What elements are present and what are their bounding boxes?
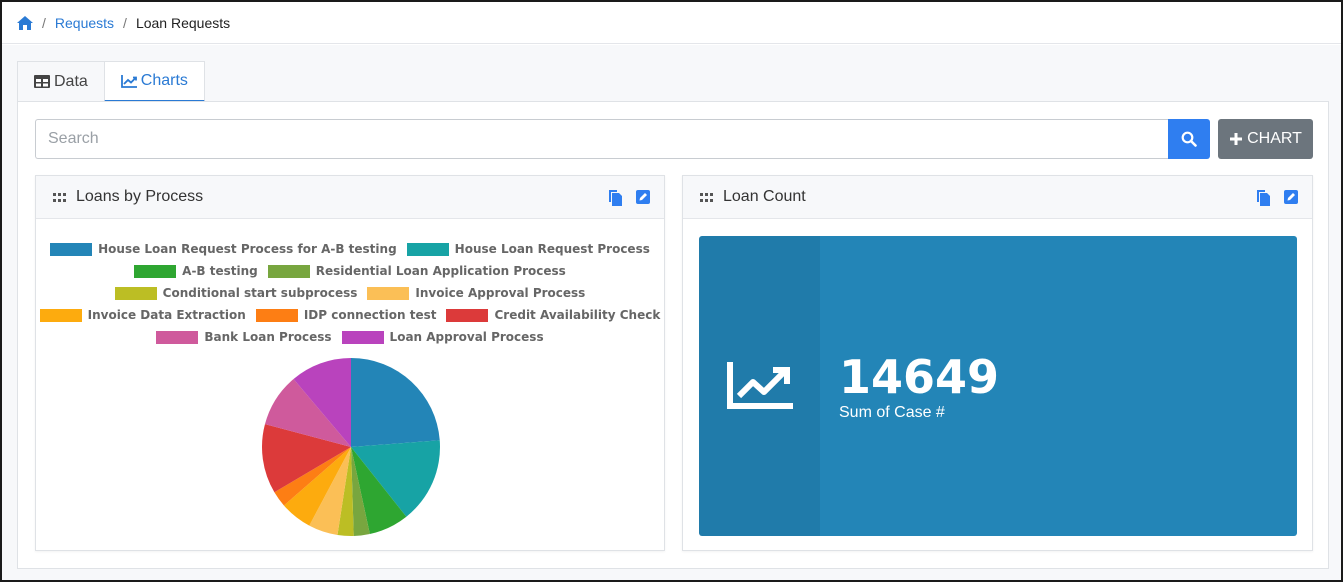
search-button[interactable] bbox=[1168, 119, 1210, 159]
edit-icon[interactable] bbox=[636, 190, 650, 204]
legend-label: Bank Loan Process bbox=[204, 330, 332, 344]
breadcrumb-link-requests[interactable]: Requests bbox=[55, 15, 114, 31]
legend-swatch bbox=[39, 308, 82, 322]
add-chart-label: CHART bbox=[1247, 130, 1302, 147]
tab-label: Data bbox=[54, 72, 88, 90]
breadcrumb-current: Loan Requests bbox=[135, 14, 231, 31]
edit-icon[interactable] bbox=[1284, 190, 1298, 204]
line-chart-icon bbox=[726, 362, 793, 409]
search-input[interactable] bbox=[35, 119, 1168, 159]
card-title: Loan Count bbox=[723, 188, 806, 205]
breadcrumb: / Requests / Loan Requests bbox=[2, 2, 1341, 44]
tab-data[interactable]: Data bbox=[17, 61, 105, 102]
pie-slice[interactable] bbox=[351, 358, 440, 447]
tab-charts[interactable]: Charts bbox=[103, 61, 205, 102]
chart-card-loan-count: Loan Count 14649 Sum of Case # bbox=[682, 175, 1313, 551]
copy-icon[interactable] bbox=[1257, 190, 1271, 206]
legend-item[interactable]: A-B testing bbox=[134, 264, 258, 278]
card-header: Loan Count bbox=[683, 176, 1312, 219]
legend-label: IDP connection test bbox=[303, 308, 437, 322]
legend-item[interactable]: Residential Loan Application Process bbox=[267, 264, 566, 278]
legend-row: A-B testing Residential Loan Application … bbox=[36, 260, 664, 282]
legend-item[interactable]: Credit Availability Check bbox=[446, 308, 660, 322]
table-icon bbox=[34, 75, 50, 88]
count-tile: 14649 Sum of Case # bbox=[699, 236, 1297, 536]
legend-label: Invoice Approval Process bbox=[415, 286, 586, 300]
card-title: Loans by Process bbox=[76, 188, 204, 205]
legend-label: Residential Loan Application Process bbox=[315, 264, 566, 278]
plus-icon bbox=[1230, 133, 1243, 145]
legend-label: House Loan Request Process for A-B testi… bbox=[98, 242, 397, 256]
tile-label: Sum of Case # bbox=[839, 404, 945, 421]
legend-swatch bbox=[50, 242, 93, 256]
legend-item[interactable]: Invoice Approval Process bbox=[367, 286, 585, 300]
breadcrumb-separator: / bbox=[42, 14, 46, 31]
grip-icon[interactable] bbox=[700, 192, 713, 202]
search-icon bbox=[1181, 131, 1197, 147]
legend-label: A-B testing bbox=[182, 264, 258, 278]
legend-swatch bbox=[406, 242, 449, 256]
legend-label: Loan Approval Process bbox=[389, 330, 544, 344]
tab-bar: Data Charts bbox=[17, 61, 205, 102]
pie-chart bbox=[262, 358, 440, 536]
charts-panel: CHART Loans by Process bbox=[17, 101, 1329, 569]
legend-item[interactable]: Conditional start subprocess bbox=[114, 286, 358, 300]
legend-label: Invoice Data Extraction bbox=[87, 308, 246, 322]
home-icon[interactable] bbox=[17, 15, 33, 30]
grip-icon[interactable] bbox=[53, 192, 66, 202]
legend-swatch bbox=[156, 330, 199, 344]
legend-item[interactable]: Loan Approval Process bbox=[341, 330, 544, 344]
legend-swatch bbox=[367, 286, 410, 300]
legend-row: Bank Loan Process Loan Approval Process bbox=[36, 326, 664, 348]
line-chart-icon bbox=[120, 74, 137, 88]
card-header: Loans by Process bbox=[36, 176, 664, 219]
legend-swatch bbox=[267, 264, 310, 278]
main-content: Data Charts CHART bbox=[2, 45, 1341, 580]
legend-label: House Loan Request Process bbox=[454, 242, 650, 256]
breadcrumb-separator: / bbox=[123, 14, 127, 31]
add-chart-button[interactable]: CHART bbox=[1218, 119, 1313, 159]
search-bar: CHART bbox=[35, 119, 1313, 159]
tile-icon-area bbox=[699, 236, 820, 536]
legend-row: Invoice Data Extraction IDP connection te… bbox=[36, 304, 664, 326]
legend-label: Credit Availability Check bbox=[494, 308, 661, 322]
tab-label: Charts bbox=[140, 72, 188, 89]
legend-swatch bbox=[446, 308, 489, 322]
copy-icon[interactable] bbox=[609, 190, 623, 206]
legend-row: Conditional start subprocess Invoice Appr… bbox=[36, 282, 664, 304]
chart-legend: House Loan Request Process for A-B testi… bbox=[36, 238, 664, 348]
legend-item[interactable]: Invoice Data Extraction bbox=[39, 308, 246, 322]
legend-row: House Loan Request Process for A-B testi… bbox=[36, 238, 664, 260]
legend-label: Conditional start subprocess bbox=[162, 286, 358, 300]
legend-swatch bbox=[341, 330, 384, 344]
chart-card-loans-by-process: Loans by Process House Loan Request Proc… bbox=[35, 175, 665, 551]
legend-swatch bbox=[255, 308, 298, 322]
legend-item[interactable]: House Loan Request Process bbox=[406, 242, 650, 256]
legend-item[interactable]: House Loan Request Process for A-B testi… bbox=[50, 242, 397, 256]
legend-item[interactable]: Bank Loan Process bbox=[156, 330, 332, 344]
legend-swatch bbox=[134, 264, 177, 278]
legend-swatch bbox=[114, 286, 157, 300]
legend-item[interactable]: IDP connection test bbox=[255, 308, 437, 322]
tile-value: 14649 bbox=[839, 350, 1000, 404]
